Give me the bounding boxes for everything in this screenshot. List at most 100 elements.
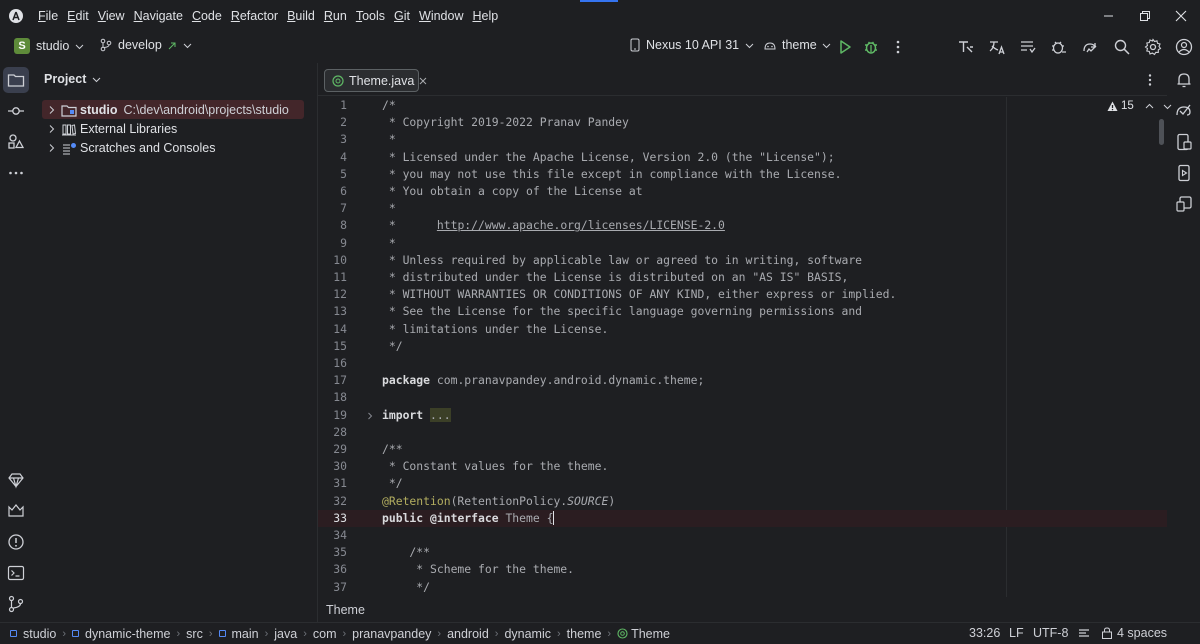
- run-config-selector[interactable]: theme: [763, 38, 831, 52]
- editor-breadcrumb[interactable]: Theme: [318, 598, 1167, 622]
- indent-setting[interactable]: 4 spaces: [1117, 626, 1167, 640]
- project-name: studio: [36, 39, 70, 53]
- git-icon[interactable]: [7, 595, 25, 613]
- tree-item-scratches[interactable]: Scratches and Consoles: [47, 138, 216, 157]
- code-line: 19 import ...: [318, 407, 1167, 424]
- menu-navigate[interactable]: Navigate: [134, 8, 188, 24]
- tree-item-label: studio: [80, 102, 118, 117]
- profiler-icon[interactable]: [1050, 38, 1068, 56]
- title-bar: File Edit View Navigate Code Refactor Build Run…: [0, 0, 1200, 33]
- menu-help[interactable]: Help: [472, 8, 503, 24]
- sync-list-icon[interactable]: [1019, 38, 1037, 56]
- menu-run[interactable]: Run: [324, 8, 352, 24]
- project-panel: Project studio C:\dev\android\projects\s…: [32, 63, 315, 623]
- status-breadcrumb-item[interactable]: dynamic: [504, 627, 551, 641]
- chevron-right-icon[interactable]: [47, 124, 57, 134]
- code-line: 34: [318, 527, 1167, 544]
- chevron-up-icon[interactable]: [1145, 102, 1154, 111]
- translate-icon[interactable]: [988, 38, 1006, 56]
- caret-position[interactable]: 33:26: [969, 626, 1000, 640]
- line-text: *: [382, 235, 396, 250]
- project-view-selector[interactable]: Project: [44, 72, 101, 86]
- close-window-icon[interactable]: [1173, 8, 1189, 24]
- line-text: package com.pranavpandey.android.dynamic…: [382, 373, 705, 388]
- debug-icon[interactable]: [862, 38, 880, 56]
- gear-icon[interactable]: [1144, 38, 1162, 56]
- tree-item-label: Scratches and Consoles: [80, 140, 216, 155]
- status-breadcrumb-item[interactable]: main: [218, 627, 259, 641]
- run-icon[interactable]: [836, 38, 854, 56]
- android-config-icon: [763, 39, 777, 51]
- status-breadcrumb-item[interactable]: java: [274, 627, 297, 641]
- status-breadcrumb-item[interactable]: com: [313, 627, 337, 641]
- line-number: 13: [333, 304, 347, 319]
- device-selector[interactable]: Nexus 10 API 31: [630, 38, 754, 52]
- status-breadcrumb-item[interactable]: pranavpandey: [352, 627, 431, 641]
- line-number: 6: [340, 184, 347, 198]
- search-icon[interactable]: [1113, 38, 1131, 56]
- app-quality-icon[interactable]: [7, 502, 25, 520]
- menu-build[interactable]: Build: [287, 8, 320, 24]
- code-line: 11 * distributed under the License is di…: [318, 269, 1167, 286]
- chevron-right-icon[interactable]: [47, 143, 57, 153]
- editor-scrollbar-thumb[interactable]: [1159, 119, 1164, 145]
- menu-file[interactable]: File: [38, 8, 63, 24]
- menu-view[interactable]: View: [98, 8, 130, 24]
- close-tab-icon[interactable]: [419, 77, 427, 85]
- line-number: 19: [333, 407, 347, 422]
- minimize-icon[interactable]: [1101, 8, 1117, 24]
- project-widget[interactable]: S studio: [14, 38, 84, 54]
- resource-manager-icon[interactable]: [7, 133, 25, 151]
- notifications-icon[interactable]: [1175, 71, 1193, 89]
- status-breadcrumb-item[interactable]: dynamic-theme: [72, 627, 170, 641]
- menu-git[interactable]: Git: [394, 8, 415, 24]
- menu-edit[interactable]: Edit: [67, 8, 94, 24]
- line-number: 10: [333, 252, 347, 267]
- gradle-sync-icon[interactable]: [1081, 38, 1099, 56]
- line-text: * Scheme for the theme.: [382, 562, 575, 577]
- tab-options-icon[interactable]: [1144, 73, 1156, 87]
- restore-icon[interactable]: [1137, 8, 1153, 24]
- account-icon[interactable]: [1175, 38, 1193, 56]
- code-style-icon[interactable]: [1078, 627, 1090, 639]
- lock-icon[interactable]: [1101, 627, 1113, 639]
- menu-tools[interactable]: Tools: [356, 8, 390, 24]
- menu-code[interactable]: Code: [192, 8, 227, 24]
- status-breadcrumb-item[interactable]: android: [447, 627, 489, 641]
- file-encoding[interactable]: UTF-8: [1033, 626, 1068, 640]
- commit-icon[interactable]: [7, 102, 25, 120]
- status-breadcrumb-item[interactable]: studio: [10, 627, 56, 641]
- line-separator[interactable]: LF: [1009, 626, 1024, 640]
- folded-imports[interactable]: ...: [430, 407, 451, 422]
- code-line: 4 * Licensed under the Apache License, V…: [318, 149, 1167, 166]
- line-text: *: [382, 132, 396, 147]
- inspection-widget[interactable]: 15: [1107, 100, 1172, 112]
- status-breadcrumb-item[interactable]: theme: [567, 627, 602, 641]
- device-manager-icon[interactable]: [1175, 133, 1193, 151]
- status-breadcrumb-item[interactable]: src: [186, 627, 203, 641]
- problems-icon[interactable]: [7, 533, 25, 551]
- chevron-right-icon[interactable]: [47, 105, 57, 115]
- emulator-icon[interactable]: [1175, 195, 1193, 213]
- vcs-branch-widget[interactable]: develop: [99, 38, 192, 52]
- tree-item-external-libraries[interactable]: External Libraries: [47, 119, 177, 138]
- terminal-icon[interactable]: [7, 564, 25, 582]
- status-breadcrumb-item[interactable]: Theme: [617, 627, 670, 641]
- more-actions-icon[interactable]: [889, 38, 907, 56]
- build-variants-icon[interactable]: [957, 38, 975, 56]
- fold-chevron-icon[interactable]: [366, 412, 374, 420]
- gradle-icon[interactable]: [1175, 101, 1193, 119]
- run-config-name: theme: [782, 38, 817, 52]
- tree-item-studio[interactable]: studio C:\dev\android\projects\studio: [42, 100, 304, 119]
- breadcrumb-separator: ›: [494, 627, 499, 640]
- menu-refactor[interactable]: Refactor: [231, 8, 283, 24]
- running-devices-icon[interactable]: [1175, 164, 1193, 182]
- more-tools-icon[interactable]: [7, 164, 25, 182]
- line-text: /**: [382, 442, 403, 456]
- menu-window[interactable]: Window: [419, 8, 468, 24]
- editor-tab-theme-java[interactable]: Theme.java: [324, 69, 427, 92]
- folder-icon[interactable]: [7, 71, 25, 89]
- gem-icon[interactable]: [7, 471, 25, 489]
- editor-breadcrumb-label: Theme: [326, 603, 365, 617]
- code-editor[interactable]: 1 /* 2 * Copyright 2019-2022 Pranav Pandey…: [318, 97, 1167, 597]
